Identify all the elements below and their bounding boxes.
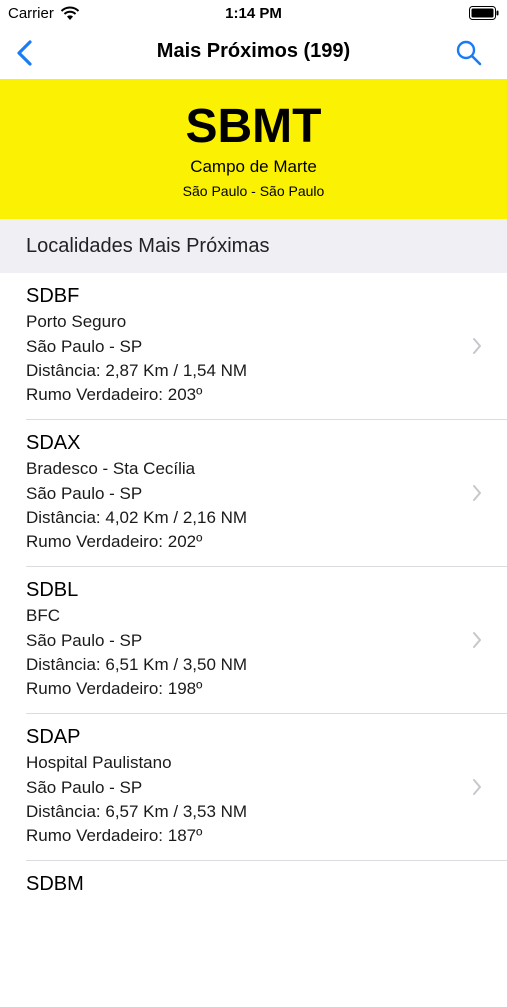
navigation-bar: Mais Próximos (199) [0, 28, 507, 78]
location-distance: Distância: 4,02 Km / 2,16 NM [26, 508, 248, 527]
airport-header: SBMT Campo de Marte São Paulo - São Paul… [0, 79, 507, 219]
search-icon[interactable] [455, 39, 483, 67]
location-name: Bradesco - Sta Cecília [26, 459, 196, 478]
list-item[interactable]: SDBL BFC São Paulo - SP Distância: 6,51 … [26, 567, 507, 714]
list-item[interactable]: SDAX Bradesco - Sta Cecília São Paulo - … [26, 420, 507, 567]
location-bearing: Rumo Verdadeiro: 198º [26, 679, 203, 698]
location-code: SDAP [26, 726, 81, 748]
location-bearing: Rumo Verdadeiro: 203º [26, 385, 203, 404]
location-bearing: Rumo Verdadeiro: 202º [26, 532, 203, 551]
list-item[interactable]: SDBF Porto Seguro São Paulo - SP Distânc… [26, 273, 507, 420]
location-bearing: Rumo Verdadeiro: 187º [26, 826, 203, 845]
battery-icon [469, 6, 499, 20]
chevron-right-icon [473, 779, 481, 795]
airport-code: SBMT [185, 100, 322, 153]
location-code: SDBF [26, 285, 80, 307]
section-header: Localidades Mais Próximas [0, 219, 507, 273]
chevron-right-icon [473, 485, 481, 501]
status-bar: Carrier 1:14 PM [0, 0, 507, 28]
list-item[interactable]: SDBM [26, 861, 507, 1007]
location-distance: Distância: 6,57 Km / 3,53 NM [26, 802, 248, 821]
section-title: Localidades Mais Próximas [26, 235, 270, 257]
location-code: SDAX [26, 432, 81, 454]
clock: 1:14 PM [225, 5, 282, 22]
chevron-right-icon [473, 338, 481, 354]
location-city: São Paulo - SP [26, 337, 143, 356]
location-distance: Distância: 2,87 Km / 1,54 NM [26, 361, 248, 380]
locations-list: SDBF Porto Seguro São Paulo - SP Distânc… [0, 273, 507, 1007]
airport-city: São Paulo - São Paulo [182, 183, 325, 199]
location-name: Hospital Paulistano [26, 753, 172, 772]
location-city: São Paulo - SP [26, 778, 143, 797]
location-name: BFC [26, 606, 60, 625]
location-code: SDBM [26, 873, 84, 895]
location-code: SDBL [26, 579, 79, 601]
location-city: São Paulo - SP [26, 484, 143, 503]
chevron-right-icon [473, 632, 481, 648]
page-title: Mais Próximos (199) [156, 40, 351, 62]
location-name: Porto Seguro [26, 312, 127, 331]
location-city: São Paulo - SP [26, 631, 143, 650]
airport-name: Campo de Marte [190, 157, 317, 176]
list-item[interactable]: SDAP Hospital Paulistano São Paulo - SP … [26, 714, 507, 861]
location-distance: Distância: 6,51 Km / 3,50 NM [26, 655, 248, 674]
